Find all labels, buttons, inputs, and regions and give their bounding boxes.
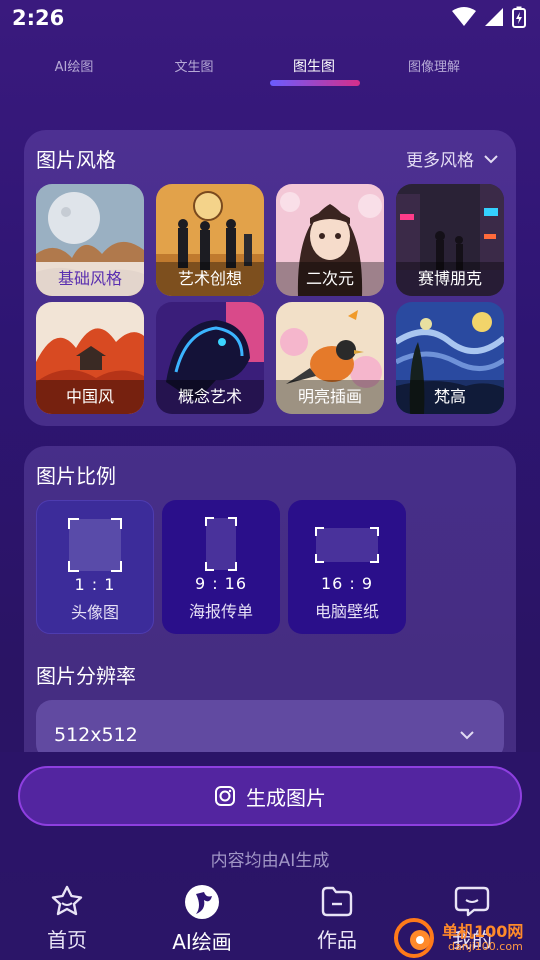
- nav-ai-paint-label: AI绘画: [172, 930, 232, 954]
- ratio-value-9-16: 9 : 16: [194, 574, 248, 593]
- ratio-option-16-9[interactable]: 16 : 9 电脑壁纸: [288, 500, 406, 634]
- more-styles-button[interactable]: 更多风格: [406, 146, 498, 171]
- tab-image-understanding[interactable]: 图像理解: [374, 56, 494, 75]
- chat-profile-icon: [454, 886, 490, 917]
- style-label-chinese: 中国风: [36, 380, 144, 414]
- watermark-text: 单机100网: [442, 922, 524, 941]
- ratio-value-1-1: 1 : 1: [74, 575, 116, 594]
- style-label-basic: 基础风格: [36, 262, 144, 296]
- nav-works[interactable]: 作品: [282, 884, 392, 953]
- generate-image-button[interactable]: 生成图片: [18, 766, 522, 826]
- nav-home[interactable]: 首页: [12, 884, 122, 953]
- watermark-logo: 单机100网 danji100.com: [392, 916, 540, 960]
- active-tab-indicator: [270, 80, 360, 86]
- style-label-art: 艺术创想: [156, 262, 264, 296]
- chevron-down-icon: [460, 731, 474, 740]
- star-home-icon: [51, 885, 83, 916]
- ratio-name-9-16: 海报传单: [188, 602, 253, 621]
- ratio-option-9-16[interactable]: 9 : 16 海报传单: [162, 500, 280, 634]
- battery-charging-icon: [512, 6, 526, 28]
- ratio-name-1-1: 头像图: [70, 603, 119, 622]
- style-label-anime: 二次元: [276, 262, 384, 296]
- style-label-bright: 明亮插画: [276, 380, 384, 414]
- nav-works-label: 作品: [317, 928, 357, 952]
- style-card: 图片风格 更多风格 基础风格 艺术创想 二次元 赛博朋克 中国风 概念艺术 明亮…: [24, 130, 516, 426]
- style-label-cyberpunk: 赛博朋克: [396, 262, 504, 296]
- watermark-circle-icon: [394, 918, 434, 958]
- tab-image-to-image[interactable]: 图生图: [254, 56, 374, 76]
- more-styles-label: 更多风格: [406, 151, 474, 171]
- top-tabs: AI绘图 文生图 图生图 图像理解: [0, 48, 540, 92]
- ratio-section-title: 图片比例: [36, 464, 116, 488]
- style-label-van-gogh: 梵高: [396, 380, 504, 414]
- folder-icon: [321, 886, 353, 917]
- style-tile-cyberpunk[interactable]: 赛博朋克: [396, 184, 504, 296]
- portrait-frame-icon: [205, 517, 237, 571]
- nav-home-label: 首页: [47, 928, 87, 952]
- ratio-value-16-9: 16 : 9: [320, 574, 374, 593]
- ratio-name-16-9: 电脑壁纸: [314, 602, 379, 621]
- style-tile-basic[interactable]: 基础风格: [36, 184, 144, 296]
- resolution-section-title: 图片分辨率: [36, 664, 136, 688]
- ai-paint-icon: [185, 885, 219, 919]
- resolution-value: 512x512: [54, 724, 138, 746]
- landscape-frame-icon: [315, 527, 379, 563]
- status-time: 2:26: [12, 6, 65, 30]
- style-tile-van-gogh[interactable]: 梵高: [396, 302, 504, 414]
- status-icons: [452, 6, 526, 28]
- style-tile-concept[interactable]: 概念艺术: [156, 302, 264, 414]
- camera-icon: [215, 786, 235, 806]
- watermark-sub: danji100.com: [448, 940, 523, 953]
- resolution-select[interactable]: 512x512: [36, 700, 504, 760]
- style-tile-chinese[interactable]: 中国风: [36, 302, 144, 414]
- ratio-option-1-1[interactable]: 1 : 1 头像图: [36, 500, 154, 634]
- nav-ai-paint[interactable]: AI绘画: [147, 884, 257, 955]
- wifi-icon: [452, 7, 476, 26]
- square-frame-icon: [68, 518, 122, 572]
- style-tile-art[interactable]: 艺术创想: [156, 184, 264, 296]
- tab-ai-draw[interactable]: AI绘图: [14, 56, 134, 75]
- generate-image-label: 生成图片: [246, 785, 326, 810]
- status-bar: 2:26: [0, 0, 540, 36]
- style-tile-anime[interactable]: 二次元: [276, 184, 384, 296]
- ai-disclaimer: 内容均由AI生成: [210, 851, 330, 871]
- chevron-down-icon: [484, 154, 498, 163]
- style-label-concept: 概念艺术: [156, 380, 264, 414]
- style-section-title: 图片风格: [36, 148, 116, 172]
- tab-text-to-image[interactable]: 文生图: [134, 56, 254, 75]
- style-tile-bright[interactable]: 明亮插画: [276, 302, 384, 414]
- signal-icon: [485, 8, 503, 26]
